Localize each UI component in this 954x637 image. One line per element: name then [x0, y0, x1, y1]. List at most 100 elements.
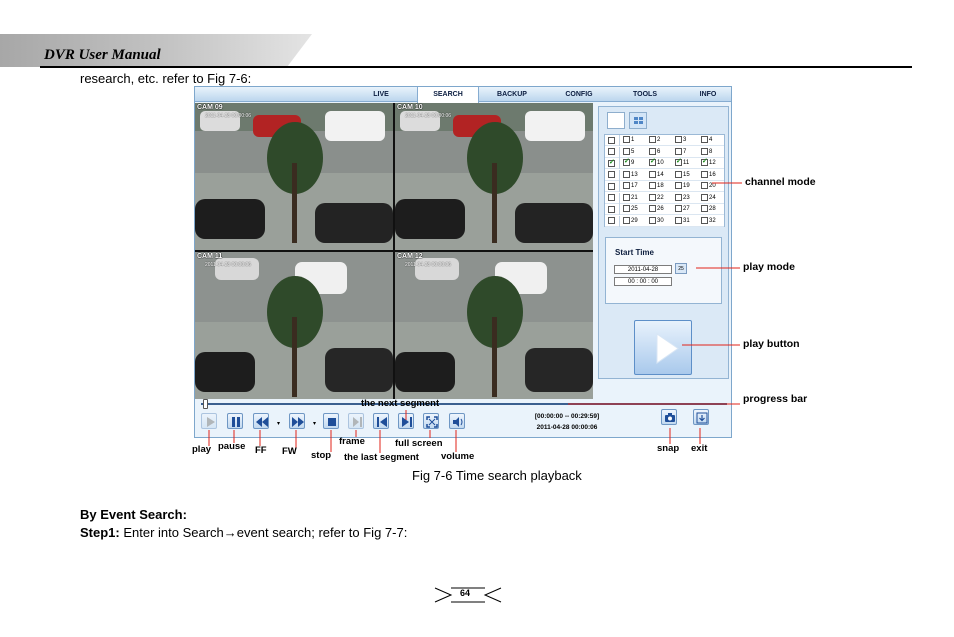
quad-view-mode-icon[interactable]: [629, 112, 647, 129]
channel-checkbox[interactable]: 4: [701, 136, 712, 145]
channel-checkbox[interactable]: 2: [649, 136, 660, 145]
tab-info[interactable]: INFO: [685, 87, 731, 102]
checkbox-box[interactable]: [623, 147, 630, 155]
checkbox-box[interactable]: [701, 182, 708, 189]
channel-checkbox[interactable]: 5: [623, 147, 634, 157]
channel-checkbox[interactable]: 19: [675, 182, 690, 191]
checkbox-box[interactable]: [623, 182, 630, 189]
checkbox-box[interactable]: [701, 193, 708, 201]
checkbox-box[interactable]: [701, 157, 708, 166]
full-screen-button[interactable]: [423, 413, 439, 429]
channel-checkbox[interactable]: 13: [623, 170, 638, 180]
fast-rewind-button[interactable]: [253, 413, 269, 429]
checkbox-box[interactable]: [701, 147, 708, 155]
checkbox-box[interactable]: [623, 205, 630, 212]
channel-checkbox[interactable]: 7: [675, 147, 686, 157]
channel-checkbox[interactable]: 10: [649, 157, 664, 168]
checkbox-box[interactable]: [649, 205, 656, 212]
row-select-checkbox[interactable]: [608, 205, 615, 213]
row-select-checkbox[interactable]: [608, 158, 615, 167]
checkbox-box[interactable]: [649, 170, 656, 178]
fast-forward-button[interactable]: [289, 413, 305, 429]
channel-checkbox[interactable]: 8: [701, 147, 712, 157]
camera-view-9[interactable]: CAM 09 2011-04-28 00:00:06: [195, 103, 393, 250]
rewind-speed-dropdown[interactable]: ▾: [277, 420, 280, 427]
row-select-checkbox[interactable]: [608, 194, 615, 201]
exit-button[interactable]: [693, 409, 709, 425]
checkbox-box[interactable]: [675, 205, 682, 212]
row-select-checkbox[interactable]: [608, 171, 615, 178]
checkbox-box[interactable]: [623, 170, 630, 178]
channel-checkbox[interactable]: 23: [675, 193, 690, 203]
checkbox-box[interactable]: [623, 157, 630, 166]
checkbox-box[interactable]: [675, 182, 682, 189]
channel-checkbox[interactable]: 12: [701, 157, 716, 168]
channel-checkbox[interactable]: 26: [649, 205, 664, 214]
row-select-checkbox[interactable]: [608, 136, 615, 144]
play-control-button[interactable]: [201, 413, 217, 429]
channel-checkbox[interactable]: 9: [623, 157, 634, 168]
checkbox-box[interactable]: [701, 216, 708, 224]
channel-checkbox[interactable]: 30: [649, 216, 664, 226]
checkbox-box[interactable]: [623, 136, 630, 143]
channel-checkbox[interactable]: 25: [623, 205, 638, 214]
channel-checkbox[interactable]: 24: [701, 193, 716, 203]
channel-checkbox[interactable]: 11: [675, 157, 689, 168]
tab-live[interactable]: LIVE: [355, 87, 407, 102]
channel-checkbox[interactable]: 20: [701, 182, 716, 191]
checkbox-box[interactable]: [675, 136, 682, 143]
checkbox-box[interactable]: [701, 136, 708, 143]
camera-view-10[interactable]: CAM 10 2011-04-28 00:00:06: [395, 103, 593, 250]
channel-checkbox[interactable]: 14: [649, 170, 664, 180]
channel-checkbox[interactable]: 17: [623, 182, 638, 191]
row-select-checkbox[interactable]: [608, 182, 615, 190]
previous-segment-button[interactable]: [373, 413, 389, 429]
tab-tools[interactable]: TOOLS: [619, 87, 671, 102]
checkbox-box[interactable]: [675, 147, 682, 155]
channel-checkbox[interactable]: 27: [675, 205, 690, 214]
channel-checkbox[interactable]: 28: [701, 205, 716, 214]
channel-checkbox[interactable]: 3: [675, 136, 686, 145]
channel-checkbox[interactable]: 6: [649, 147, 660, 157]
camera-view-11[interactable]: CAM 11 2011-04-28 00:00:06: [195, 252, 393, 399]
checkbox-box[interactable]: [623, 216, 630, 224]
checkbox-box[interactable]: [701, 205, 708, 212]
tab-backup[interactable]: BACKUP: [483, 87, 541, 102]
channel-checkbox[interactable]: 18: [649, 182, 664, 191]
channel-checkbox[interactable]: 1: [623, 136, 634, 145]
snapshot-button[interactable]: [661, 409, 677, 425]
forward-speed-dropdown[interactable]: ▾: [313, 420, 316, 427]
checkbox-box[interactable]: [701, 170, 708, 178]
stop-button[interactable]: [323, 413, 339, 429]
frame-step-button[interactable]: [348, 413, 364, 429]
channel-checkbox[interactable]: 21: [623, 193, 638, 203]
volume-button[interactable]: [449, 413, 465, 429]
channel-checkbox[interactable]: 16: [701, 170, 716, 180]
checkbox-box[interactable]: [649, 193, 656, 201]
checkbox-box[interactable]: [649, 147, 656, 155]
checkbox-box[interactable]: [649, 157, 656, 166]
row-select-checkbox[interactable]: [608, 217, 615, 224]
camera-view-12[interactable]: CAM 12 2011-04-28 00:00:06: [395, 252, 593, 399]
search-play-button[interactable]: [634, 320, 692, 375]
channel-checkbox[interactable]: 15: [675, 170, 690, 180]
start-time-field[interactable]: 00 : 00 : 00: [614, 277, 672, 286]
tab-config[interactable]: CONFIG: [551, 87, 607, 102]
checkbox-box[interactable]: [675, 157, 682, 166]
start-date-field[interactable]: 2011-04-28: [614, 265, 672, 274]
tab-search[interactable]: SEARCH: [417, 87, 479, 103]
checkbox-box[interactable]: [649, 216, 656, 224]
channel-checkbox[interactable]: 22: [649, 193, 664, 203]
calendar-icon[interactable]: 25: [675, 263, 687, 274]
checkbox-box[interactable]: [675, 193, 682, 201]
pause-button[interactable]: [227, 413, 243, 429]
checkbox-box[interactable]: [649, 182, 656, 189]
checkbox-box[interactable]: [675, 216, 682, 224]
row-select-checkbox[interactable]: [608, 148, 615, 155]
checkbox-box[interactable]: [675, 170, 682, 178]
progress-thumb[interactable]: [203, 399, 208, 409]
playback-progress-bar[interactable]: [201, 399, 727, 409]
channel-checkbox[interactable]: 31: [675, 216, 690, 226]
channel-checkbox[interactable]: 29: [623, 216, 638, 226]
checkbox-box[interactable]: [649, 136, 656, 143]
